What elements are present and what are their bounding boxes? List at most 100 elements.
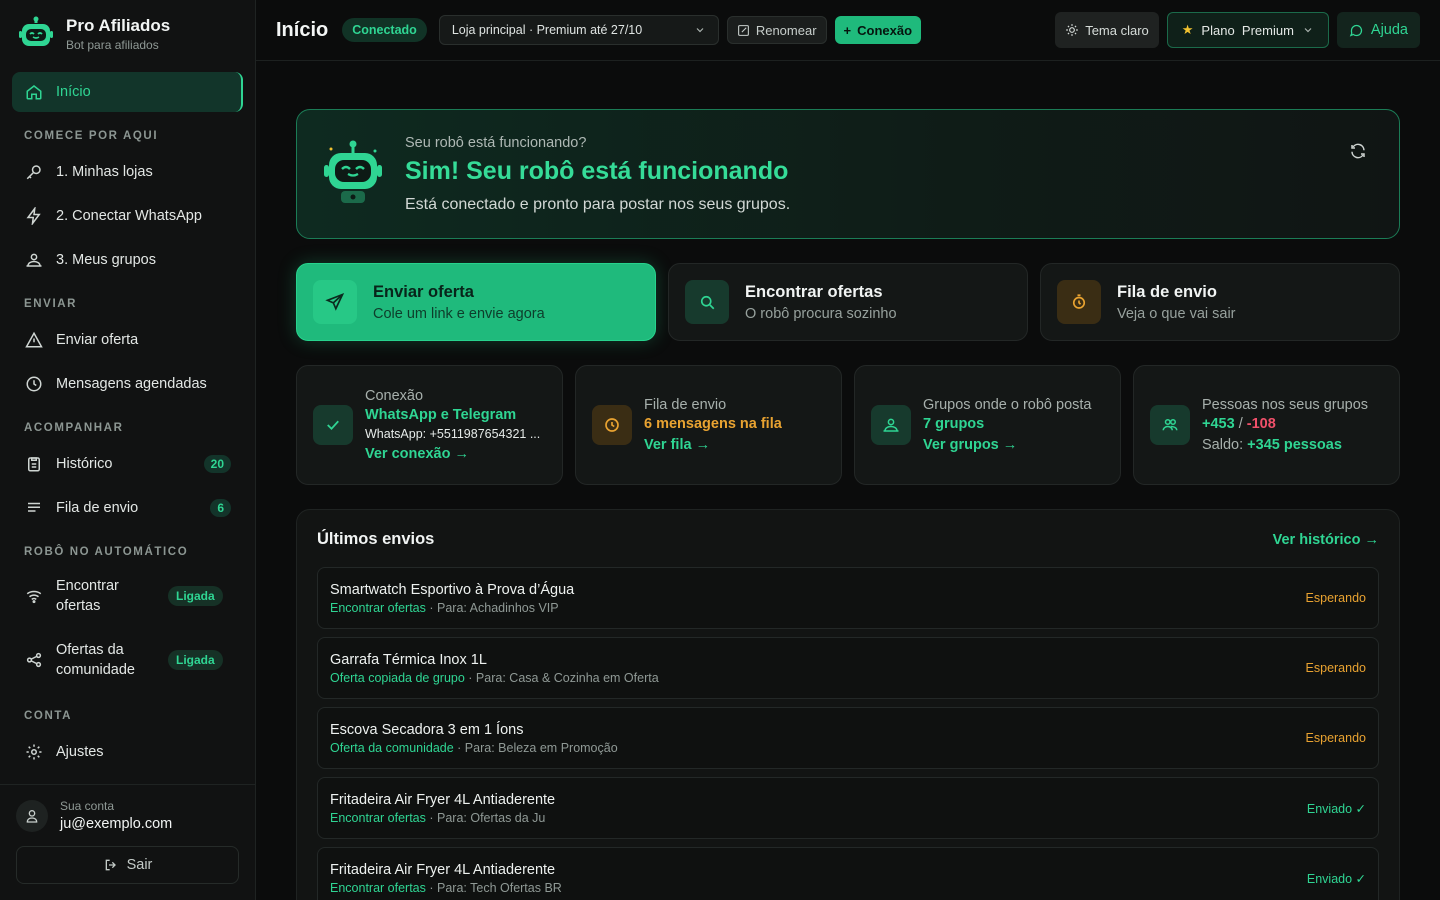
view-history-link[interactable]: Ver histórico → xyxy=(1273,532,1379,548)
sidebar-item-label: Encontrar ofertas xyxy=(56,578,119,614)
users-icon xyxy=(24,250,44,270)
item-destination: · Para: Casa & Cozinha em Oferta xyxy=(464,670,659,685)
wifi-icon xyxy=(24,586,44,606)
action-subtitle: Veja o que vai sair xyxy=(1117,305,1236,322)
account-info[interactable]: Sua conta ju@exemplo.com xyxy=(16,799,239,832)
people-added: +453 xyxy=(1202,416,1235,432)
plan-label: Plano Premium xyxy=(1201,22,1294,38)
action-title: Fila de envio xyxy=(1117,282,1217,301)
find-offers-action[interactable]: Encontrar ofertas O robô procura sozinho xyxy=(668,263,1028,341)
help-label: Ajuda xyxy=(1370,22,1408,38)
quick-actions: Enviar oferta Cole um link e envie agora… xyxy=(296,263,1400,341)
find-offers-status-badge: Ligada xyxy=(168,586,223,606)
item-destination: · Para: Achadinhos VIP xyxy=(425,600,559,615)
star-icon: ★ xyxy=(1181,22,1194,37)
recent-sends-panel: Últimos envios Ver histórico → Smartwatc… xyxy=(296,509,1400,900)
sidebar-item-label: Ofertas da comunidade xyxy=(56,642,135,678)
user-icon xyxy=(26,809,38,823)
item-title: Escova Secadora 3 em 1 Íons xyxy=(330,721,524,738)
sidebar-item-groups[interactable]: 3. Meus grupos xyxy=(12,240,243,280)
action-subtitle: O robô procura sozinho xyxy=(745,305,897,322)
status-badge: Enviado ✓ xyxy=(1306,801,1366,816)
sidebar-item-label: Enviar oferta xyxy=(56,332,139,348)
send-offer-action[interactable]: Enviar oferta Cole um link e envie agora xyxy=(296,263,656,341)
item-title: Fritadeira Air Fryer 4L Antiaderente xyxy=(330,861,556,878)
timer-icon xyxy=(1057,280,1101,324)
logout-button[interactable]: Sair xyxy=(16,846,239,884)
item-source: Encontrar ofertas xyxy=(330,600,426,615)
queue-action[interactable]: Fila de envio Veja o que vai sair xyxy=(1040,263,1400,341)
section-label-account: CONTA xyxy=(24,710,73,722)
plan-dropdown-button[interactable]: ★ Plano Premium xyxy=(1166,12,1329,48)
community-offers-status-badge: Ligada xyxy=(168,650,223,670)
main-content: Início Conectado Loja principal · Premiu… xyxy=(256,0,1440,900)
item-source: Encontrar ofertas xyxy=(330,810,426,825)
history-count-badge: 20 xyxy=(203,455,231,473)
brand[interactable]: Pro Afiliados Bot para afiliados xyxy=(0,0,255,64)
refresh-icon[interactable] xyxy=(1349,142,1367,165)
whatsapp-number: WhatsApp: +5511987654321 ... xyxy=(365,427,541,441)
warning-triangle-icon xyxy=(24,330,44,350)
people-removed: -108 xyxy=(1246,416,1276,432)
help-button[interactable]: Ajuda xyxy=(1336,12,1420,48)
send-icon xyxy=(313,280,357,324)
status-badge: Esperando xyxy=(1305,731,1366,745)
clock-icon xyxy=(592,405,632,445)
list-item[interactable]: Smartwatch Esportivo à Prova d’Água Enco… xyxy=(317,567,1379,629)
page-title: Início xyxy=(276,18,329,41)
add-connection-button[interactable]: + Conexão xyxy=(834,16,922,44)
list-item[interactable]: Fritadeira Air Fryer 4L Antiaderente Enc… xyxy=(317,847,1379,900)
rename-button[interactable]: Renomear xyxy=(726,16,827,44)
sidebar-item-community-offers[interactable]: Ofertas da comunidade Ligada xyxy=(12,632,243,688)
sidebar-item-send-offer[interactable]: Enviar oferta xyxy=(12,320,243,360)
people-balance: Saldo: +345 pessoas xyxy=(1202,437,1368,453)
view-groups-link[interactable]: Ver grupos → xyxy=(923,437,1091,453)
key-icon xyxy=(24,162,44,182)
theme-toggle-button[interactable]: Tema claro xyxy=(1055,12,1159,48)
status-badge: Esperando xyxy=(1305,591,1366,605)
chevron-down-icon xyxy=(1304,28,1312,33)
sidebar-item-history[interactable]: Histórico 20 xyxy=(12,444,243,484)
section-label-auto: ROBÔ NO AUTOMÁTICO xyxy=(24,546,189,558)
item-meta: Oferta da comunidade · Para: Beleza em P… xyxy=(330,741,618,755)
topbar: Início Conectado Loja principal · Premiu… xyxy=(256,0,1440,61)
brand-title: Pro Afiliados xyxy=(66,16,171,35)
item-meta: Encontrar ofertas · Para: Achadinhos VIP xyxy=(330,601,574,615)
item-meta: Oferta copiada de grupo · Para: Casa & C… xyxy=(330,671,659,685)
view-queue-link[interactable]: Ver fila → xyxy=(644,437,782,453)
robot-status-description: Está conectado e pronto para postar nos … xyxy=(405,195,791,213)
logout-icon xyxy=(105,859,116,871)
sidebar-item-home[interactable]: Início xyxy=(12,72,243,112)
sidebar-item-scheduled[interactable]: Mensagens agendadas xyxy=(12,364,243,404)
robot-status-card: Seu robô está funcionando? Sim! Seu robô… xyxy=(296,109,1400,239)
list-item[interactable]: Escova Secadora 3 em 1 Íons Oferta da co… xyxy=(317,707,1379,769)
item-source: Encontrar ofertas xyxy=(330,880,426,895)
sidebar-item-label: Ajustes xyxy=(56,744,104,760)
account-panel: Sua conta ju@exemplo.com Sair xyxy=(0,784,255,900)
stats-row: Conexão WhatsApp e Telegram WhatsApp: +5… xyxy=(296,365,1400,485)
sidebar-item-settings[interactable]: Ajustes xyxy=(12,732,243,772)
item-destination: · Para: Tech Ofertas BR xyxy=(425,880,562,895)
queue-stat-card: Fila de envio 6 mensagens na fila Ver fi… xyxy=(575,365,842,485)
account-label: Sua conta xyxy=(60,799,115,813)
view-connection-link[interactable]: Ver conexão → xyxy=(365,446,540,462)
sidebar-item-stores[interactable]: 1. Minhas lojas xyxy=(12,152,243,192)
item-title: Garrafa Térmica Inox 1L xyxy=(330,651,487,668)
stat-value: WhatsApp e Telegram xyxy=(365,407,517,423)
sidebar-item-queue[interactable]: Fila de envio 6 xyxy=(12,488,243,528)
item-meta: Encontrar ofertas · Para: Tech Ofertas B… xyxy=(330,881,562,895)
dashboard: Seu robô está funcionando? Sim! Seu robô… xyxy=(256,61,1440,900)
stat-value: 6 mensagens na fila xyxy=(644,416,782,432)
plus-icon: + xyxy=(843,22,852,38)
list-item[interactable]: Garrafa Térmica Inox 1L Oferta copiada d… xyxy=(317,637,1379,699)
sidebar-item-connect-whatsapp[interactable]: 2. Conectar WhatsApp xyxy=(12,196,243,236)
sidebar-item-find-offers[interactable]: Encontrar ofertas Ligada xyxy=(12,568,243,624)
connection-stat-card: Conexão WhatsApp e Telegram WhatsApp: +5… xyxy=(296,365,563,485)
stat-label: Conexão xyxy=(365,388,424,404)
list-item[interactable]: Fritadeira Air Fryer 4L Antiaderente Enc… xyxy=(317,777,1379,839)
sidebar-nav: Início COMECE POR AQUI 1. Minhas lojas 2… xyxy=(0,64,255,784)
chat-bubble-icon xyxy=(1349,24,1363,37)
connection-label: Conexão xyxy=(857,22,913,38)
stat-label: Fila de envio xyxy=(644,397,727,413)
store-select[interactable]: Loja principal · Premium até 27/10 xyxy=(438,15,719,45)
